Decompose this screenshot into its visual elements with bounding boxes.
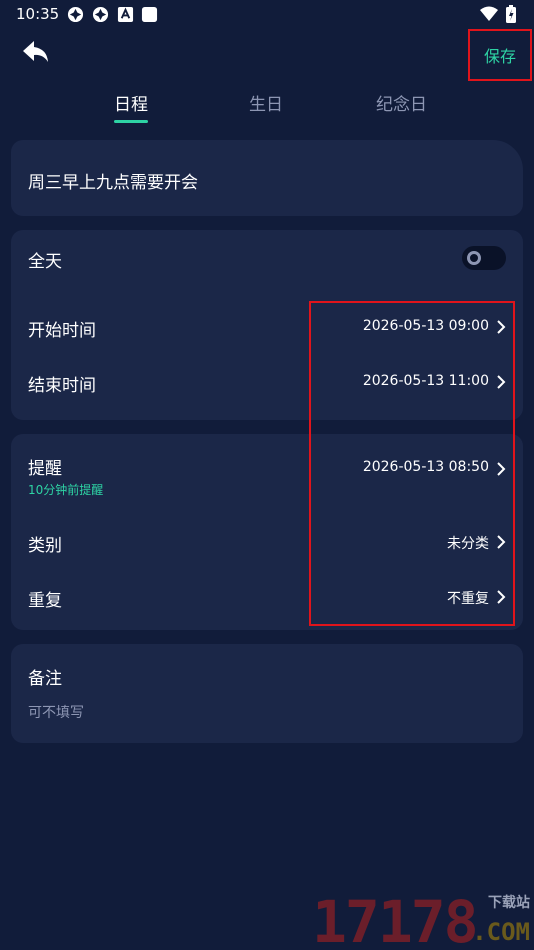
note-card[interactable]: 备注 可不填写 [11,644,523,743]
watermark-logo: 17178 下载站 .COM [312,888,534,950]
note-label: 备注 [28,669,62,689]
chevron-right-icon [497,375,506,389]
toggle-knob [467,251,481,265]
time-settings-card: 全天 开始时间 2026-05-13 09:00 结束时间 2026-05-13… [11,230,523,420]
reminder-label: 提醒 [28,459,62,479]
tab-bar: 日程 生日 纪念日 [0,90,534,123]
font-box-icon [117,6,134,23]
wifi-icon [480,6,498,21]
event-title-card[interactable]: 周三早上九点需要开会 [11,140,523,216]
tab-birthday[interactable]: 生日 [249,90,283,115]
category-label: 类别 [28,536,62,556]
tab-schedule[interactable]: 日程 [114,90,148,115]
status-time: 10:35 [16,5,60,23]
reminder-subtext: 10分钟前提醒 [28,483,104,497]
start-time-label: 开始时间 [28,321,96,341]
app-circle-icon [67,6,84,23]
save-highlight-box: 保存 [468,29,532,81]
active-tab-indicator [114,120,148,123]
chevron-right-icon [497,320,506,334]
status-bar: 10:35 [0,0,534,30]
end-time-label: 结束时间 [28,376,96,396]
all-day-toggle[interactable] [462,246,506,270]
app-circle-icon [92,6,109,23]
save-button[interactable]: 保存 [484,43,516,67]
all-day-label: 全天 [28,252,62,272]
watermark-number: 17178 [312,888,479,950]
start-time-value: 2026-05-13 09:00 [362,318,489,334]
chevron-right-icon [497,535,506,549]
repeat-value: 不重复 [447,591,489,607]
chevron-right-icon [497,462,506,476]
tab-anniversary[interactable]: 纪念日 [376,90,427,115]
repeat-label: 重复 [28,591,62,611]
battery-icon [506,5,516,23]
square-icon [141,6,158,23]
watermark-suffix: 下载站 [488,895,530,911]
event-title-input[interactable]: 周三早上九点需要开会 [28,168,198,193]
back-arrow-icon[interactable] [20,36,52,68]
reminder-settings-card: 提醒 10分钟前提醒 2026-05-13 08:50 类别 未分类 重复 不重… [11,434,523,630]
note-input[interactable]: 可不填写 [28,702,84,722]
end-time-value: 2026-05-13 11:00 [362,373,489,389]
reminder-value: 2026-05-13 08:50 [362,459,489,475]
category-value: 未分类 [447,536,489,552]
watermark-domain: .COM [472,918,530,946]
chevron-right-icon [497,590,506,604]
